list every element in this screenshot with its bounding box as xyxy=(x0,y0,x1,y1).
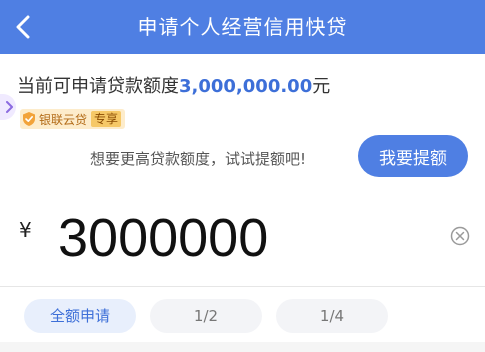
clear-icon[interactable] xyxy=(450,226,470,246)
header-bar: 申请个人经营信用快贷 xyxy=(0,0,485,54)
divider xyxy=(0,286,485,287)
raise-limit-button[interactable]: 我要提额 xyxy=(358,135,468,177)
currency-symbol: ¥ xyxy=(19,218,32,242)
bottom-strip xyxy=(0,342,485,352)
quota-line: 当前可申请贷款额度3,000,000.00元 xyxy=(17,72,330,98)
chevron-right-icon xyxy=(6,98,14,117)
option-half[interactable]: 1/2 xyxy=(150,299,262,333)
loan-amount-input[interactable] xyxy=(58,208,428,268)
shield-icon xyxy=(22,111,36,127)
product-badge: 银联云贷 专享 xyxy=(20,109,126,129)
option-quarter[interactable]: 1/4 xyxy=(276,299,388,333)
badge-brand: 银联云贷 xyxy=(39,112,88,127)
amount-options: 全额申请 1/2 1/4 xyxy=(24,299,402,333)
badge-tag: 专享 xyxy=(91,111,122,127)
quota-label: 当前可申请贷款额度 xyxy=(17,76,179,97)
option-full[interactable]: 全额申请 xyxy=(24,299,136,333)
quota-unit: 元 xyxy=(312,76,331,97)
quota-amount: 3,000,000.00 xyxy=(179,76,313,97)
side-tab[interactable] xyxy=(0,94,16,120)
page-title: 申请个人经营信用快贷 xyxy=(137,15,348,39)
raise-hint: 想要更高贷款额度，试试提额吧! xyxy=(90,150,307,168)
